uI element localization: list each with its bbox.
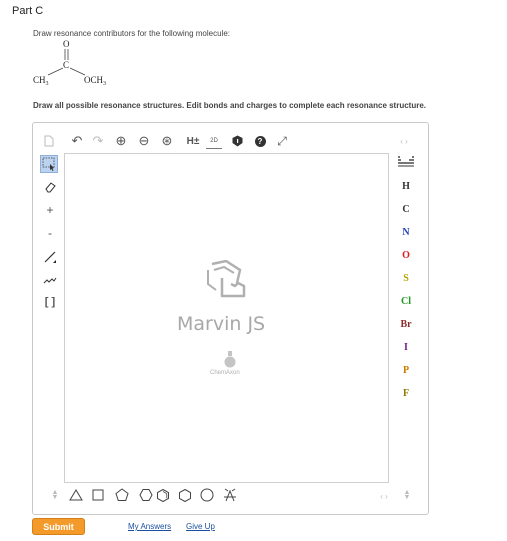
eraser-icon[interactable] [42,180,58,194]
square-ring-icon[interactable] [92,489,104,501]
element-i-button[interactable]: I [396,342,416,353]
element-scroll-up-down-icon[interactable]: ▲ ▼ [402,488,412,502]
marvin-logo-icon [207,260,246,298]
carbon-label: C [63,60,69,70]
undo-icon[interactable]: ↶ [70,133,84,148]
ring-templates [69,488,236,503]
element-br-button[interactable]: Br [396,319,416,330]
single-bond-icon[interactable] [42,249,58,265]
element-o-button[interactable]: O [396,250,416,261]
bicyclic-ring-icon[interactable] [224,488,236,502]
submit-button[interactable]: Submit [32,518,85,535]
positive-charge-button[interactable]: + [42,203,58,217]
zoom-reset-icon[interactable]: ⊛ [160,133,174,148]
selection-rectangle-icon [42,157,55,171]
clean-2d-button[interactable]: 2D [206,134,222,149]
element-c-button[interactable]: C [396,204,416,215]
redo-icon[interactable]: ↷ [91,133,105,148]
help-glyph: ? [254,135,266,147]
instructions: Draw all possible resonance structures. … [33,101,427,110]
zoom-in-icon[interactable]: ⊕ [114,133,128,148]
element-cl-button[interactable]: Cl [396,296,416,307]
element-n-button[interactable]: N [396,227,416,238]
shape-scroll-up-down-icon[interactable]: ▲ ▼ [50,488,60,502]
marvin-watermark: Marvin JS [177,313,266,335]
toolbar-scroll-arrows[interactable]: ‹ › [396,134,412,148]
periodic-table-icon[interactable] [396,155,416,169]
chain-tool-icon[interactable] [42,272,58,286]
element-s-button[interactable]: S [396,273,416,284]
cyclohexane-ring-icon[interactable] [179,488,191,503]
och3-label: OCH3 [84,75,106,87]
part-title: Part C [12,5,44,17]
chemaxon-flask-icon [224,351,236,368]
cycloheptane-ring-icon[interactable] [200,488,214,502]
my-answers-link[interactable]: My Answers [128,522,171,531]
fullscreen-icon[interactable]: ⤢ [275,134,289,148]
ch3-label: CH3 [33,75,49,87]
hydrogens-button[interactable]: H± [183,134,203,148]
bottom-scroll-arrows[interactable]: ‹ › [376,489,392,503]
bracket-glyph: [ ] [44,296,56,308]
question-prompt: Draw resonance contributors for the foll… [33,29,230,38]
element-f-button[interactable]: F [396,388,416,399]
carbonyl-oxygen-label: O [63,39,70,49]
help-icon[interactable]: ? [253,134,267,148]
molecule-structure: O C CH3 OCH3 [33,39,106,87]
zoom-out-icon[interactable]: ⊖ [137,133,151,148]
give-up-link[interactable]: Give Up [186,522,215,531]
bracket-tool-icon[interactable]: [ ] [40,294,60,310]
pentagon-ring-icon[interactable] [115,488,129,501]
info-icon[interactable] [230,134,244,148]
negative-charge-button[interactable]: - [42,226,58,240]
chemaxon-label: ChemAxon [210,370,240,376]
hexagon-ring-icon[interactable] [139,489,153,501]
select-tool-button[interactable] [40,155,58,173]
new-document-icon[interactable] [42,134,56,148]
benzene-ring-icon[interactable] [157,488,169,503]
element-p-button[interactable]: P [396,365,416,376]
element-h-button[interactable]: H [396,181,416,192]
triangle-ring-icon[interactable] [69,489,83,501]
